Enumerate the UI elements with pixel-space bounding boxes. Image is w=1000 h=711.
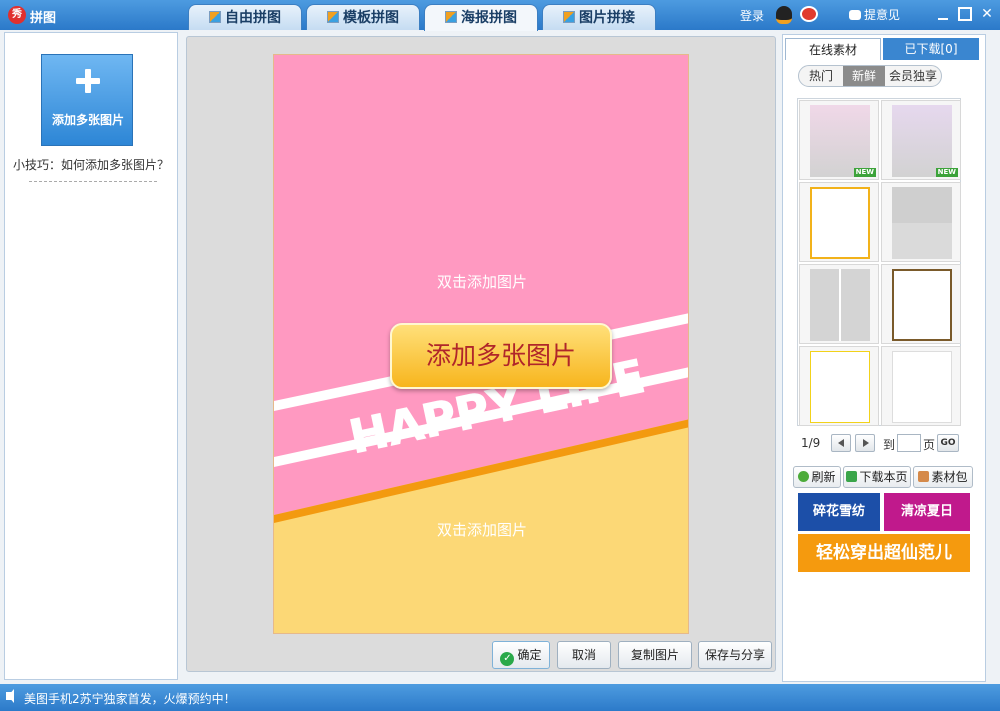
login-link[interactable]: 登录 [740,7,764,24]
tab-free-collage[interactable]: 自由拼图 [188,4,302,30]
maximize-button[interactable] [958,7,972,21]
poster-collage-icon [445,11,457,23]
template-thumbnail[interactable]: NEW [881,100,961,180]
check-icon: ✓ [500,652,515,666]
page-indicator: 1/9 [801,436,821,450]
new-badge: NEW [853,168,876,177]
copy-image-button[interactable]: 复制图片 [618,641,692,669]
chat-bubble-icon [848,10,861,20]
speaker-icon [6,689,14,703]
left-panel: 添加多张图片 小技巧：如何添加多张图片？ [4,32,178,680]
app-title: 拼图 [30,11,57,26]
plus-icon [76,69,100,93]
template-thumbnail-grid: NEW NEW [797,98,961,426]
tip-link[interactable]: 小技巧：如何添加多张图片？ [13,156,169,173]
promo-banner-summer[interactable]: 清凉夏日 [884,493,970,531]
slot-top-hint[interactable]: 双击添加图片 [274,271,688,292]
top-right-controls: 登录 提意见 ✕ [700,0,1000,30]
tab-online-materials[interactable]: 在线素材 [785,38,881,60]
canvas-workspace: HAPPY LIFE 双击添加图片 双击添加图片 添加多张图片 ✓ 确定 取消 复… [186,36,776,672]
divider [29,181,157,182]
confirm-button[interactable]: ✓ 确定 [492,641,550,669]
go-button[interactable]: GO [937,434,959,452]
save-share-button[interactable]: 保存与分享 [698,641,772,669]
template-thumbnail[interactable] [799,346,879,426]
add-images-overlay-button[interactable]: 添加多张图片 [390,323,612,389]
tab-template-collage[interactable]: 模板拼图 [306,4,420,30]
template-thumbnail[interactable] [881,182,961,262]
template-thumbnail[interactable] [881,346,961,426]
filter-vip[interactable]: 会员独享 [885,66,941,86]
slot-bottom-hint[interactable]: 双击添加图片 [274,519,688,540]
material-panel: 在线素材 已下载[0] 热门 新鲜 会员独享 NEW NEW 1/9 到 页 G… [782,34,986,682]
image-stitch-icon [563,11,575,23]
tab-downloaded[interactable]: 已下载[0] [883,38,979,60]
tab-image-stitch[interactable]: 图片拼接 [542,4,656,30]
tab-poster-collage[interactable]: 海报拼图 [424,4,538,31]
app-logo: 秀 [8,6,26,24]
template-thumbnail[interactable] [799,182,879,262]
template-collage-icon [327,11,339,23]
title-bar: 秀 拼图 自由拼图 模板拼图 海报拼图 图片拼接 登录 提意见 ✕ [0,0,1000,31]
add-images-label: 添加多张图片 [51,113,124,127]
template-thumbnail[interactable]: NEW [799,100,879,180]
new-badge: NEW [935,168,958,177]
qq-icon[interactable] [776,6,792,24]
next-page-button[interactable] [855,434,875,452]
filter-hot[interactable]: 热门 [799,66,843,86]
material-tabs: 在线素材 已下载[0] [785,38,983,60]
filter-fresh[interactable]: 新鲜 [843,66,885,86]
promo-banner-floral[interactable]: 碎花雪纺 [798,493,880,531]
add-images-button[interactable]: 添加多张图片 [41,54,133,146]
minimize-button[interactable] [936,7,950,21]
refresh-button[interactable]: 刷新 [793,466,841,488]
goto-label: 到 [883,438,896,452]
refresh-icon [798,471,810,482]
package-icon [918,471,930,482]
download-page-button[interactable]: 下载本页 [843,466,911,488]
cancel-button[interactable]: 取消 [557,641,611,669]
promo-banner-fairy[interactable]: 轻松穿出超仙范儿 [798,534,970,572]
poster-canvas: HAPPY LIFE 双击添加图片 双击添加图片 添加多张图片 [273,54,689,634]
status-announcement[interactable]: 美图手机2苏宁独家首发，火爆预约中！ [24,690,236,707]
free-collage-icon [209,11,221,23]
material-pack-button[interactable]: 素材包 [913,466,973,488]
page-number-input[interactable] [897,434,921,452]
feedback-link[interactable]: 提意见 [848,6,900,23]
status-bar: 美图手机2苏宁独家首发，火爆预约中！ [0,684,1000,711]
template-thumbnail[interactable] [799,264,879,344]
template-thumbnail[interactable] [881,264,961,344]
prev-page-button[interactable] [831,434,851,452]
page-unit-label: 页 [923,438,936,452]
download-icon [846,471,858,482]
pager: 1/9 到 页 GO [801,433,985,455]
filter-bar: 热门 新鲜 会员独享 [798,65,942,87]
weibo-icon[interactable] [800,6,818,22]
close-button[interactable]: ✕ [980,7,994,21]
